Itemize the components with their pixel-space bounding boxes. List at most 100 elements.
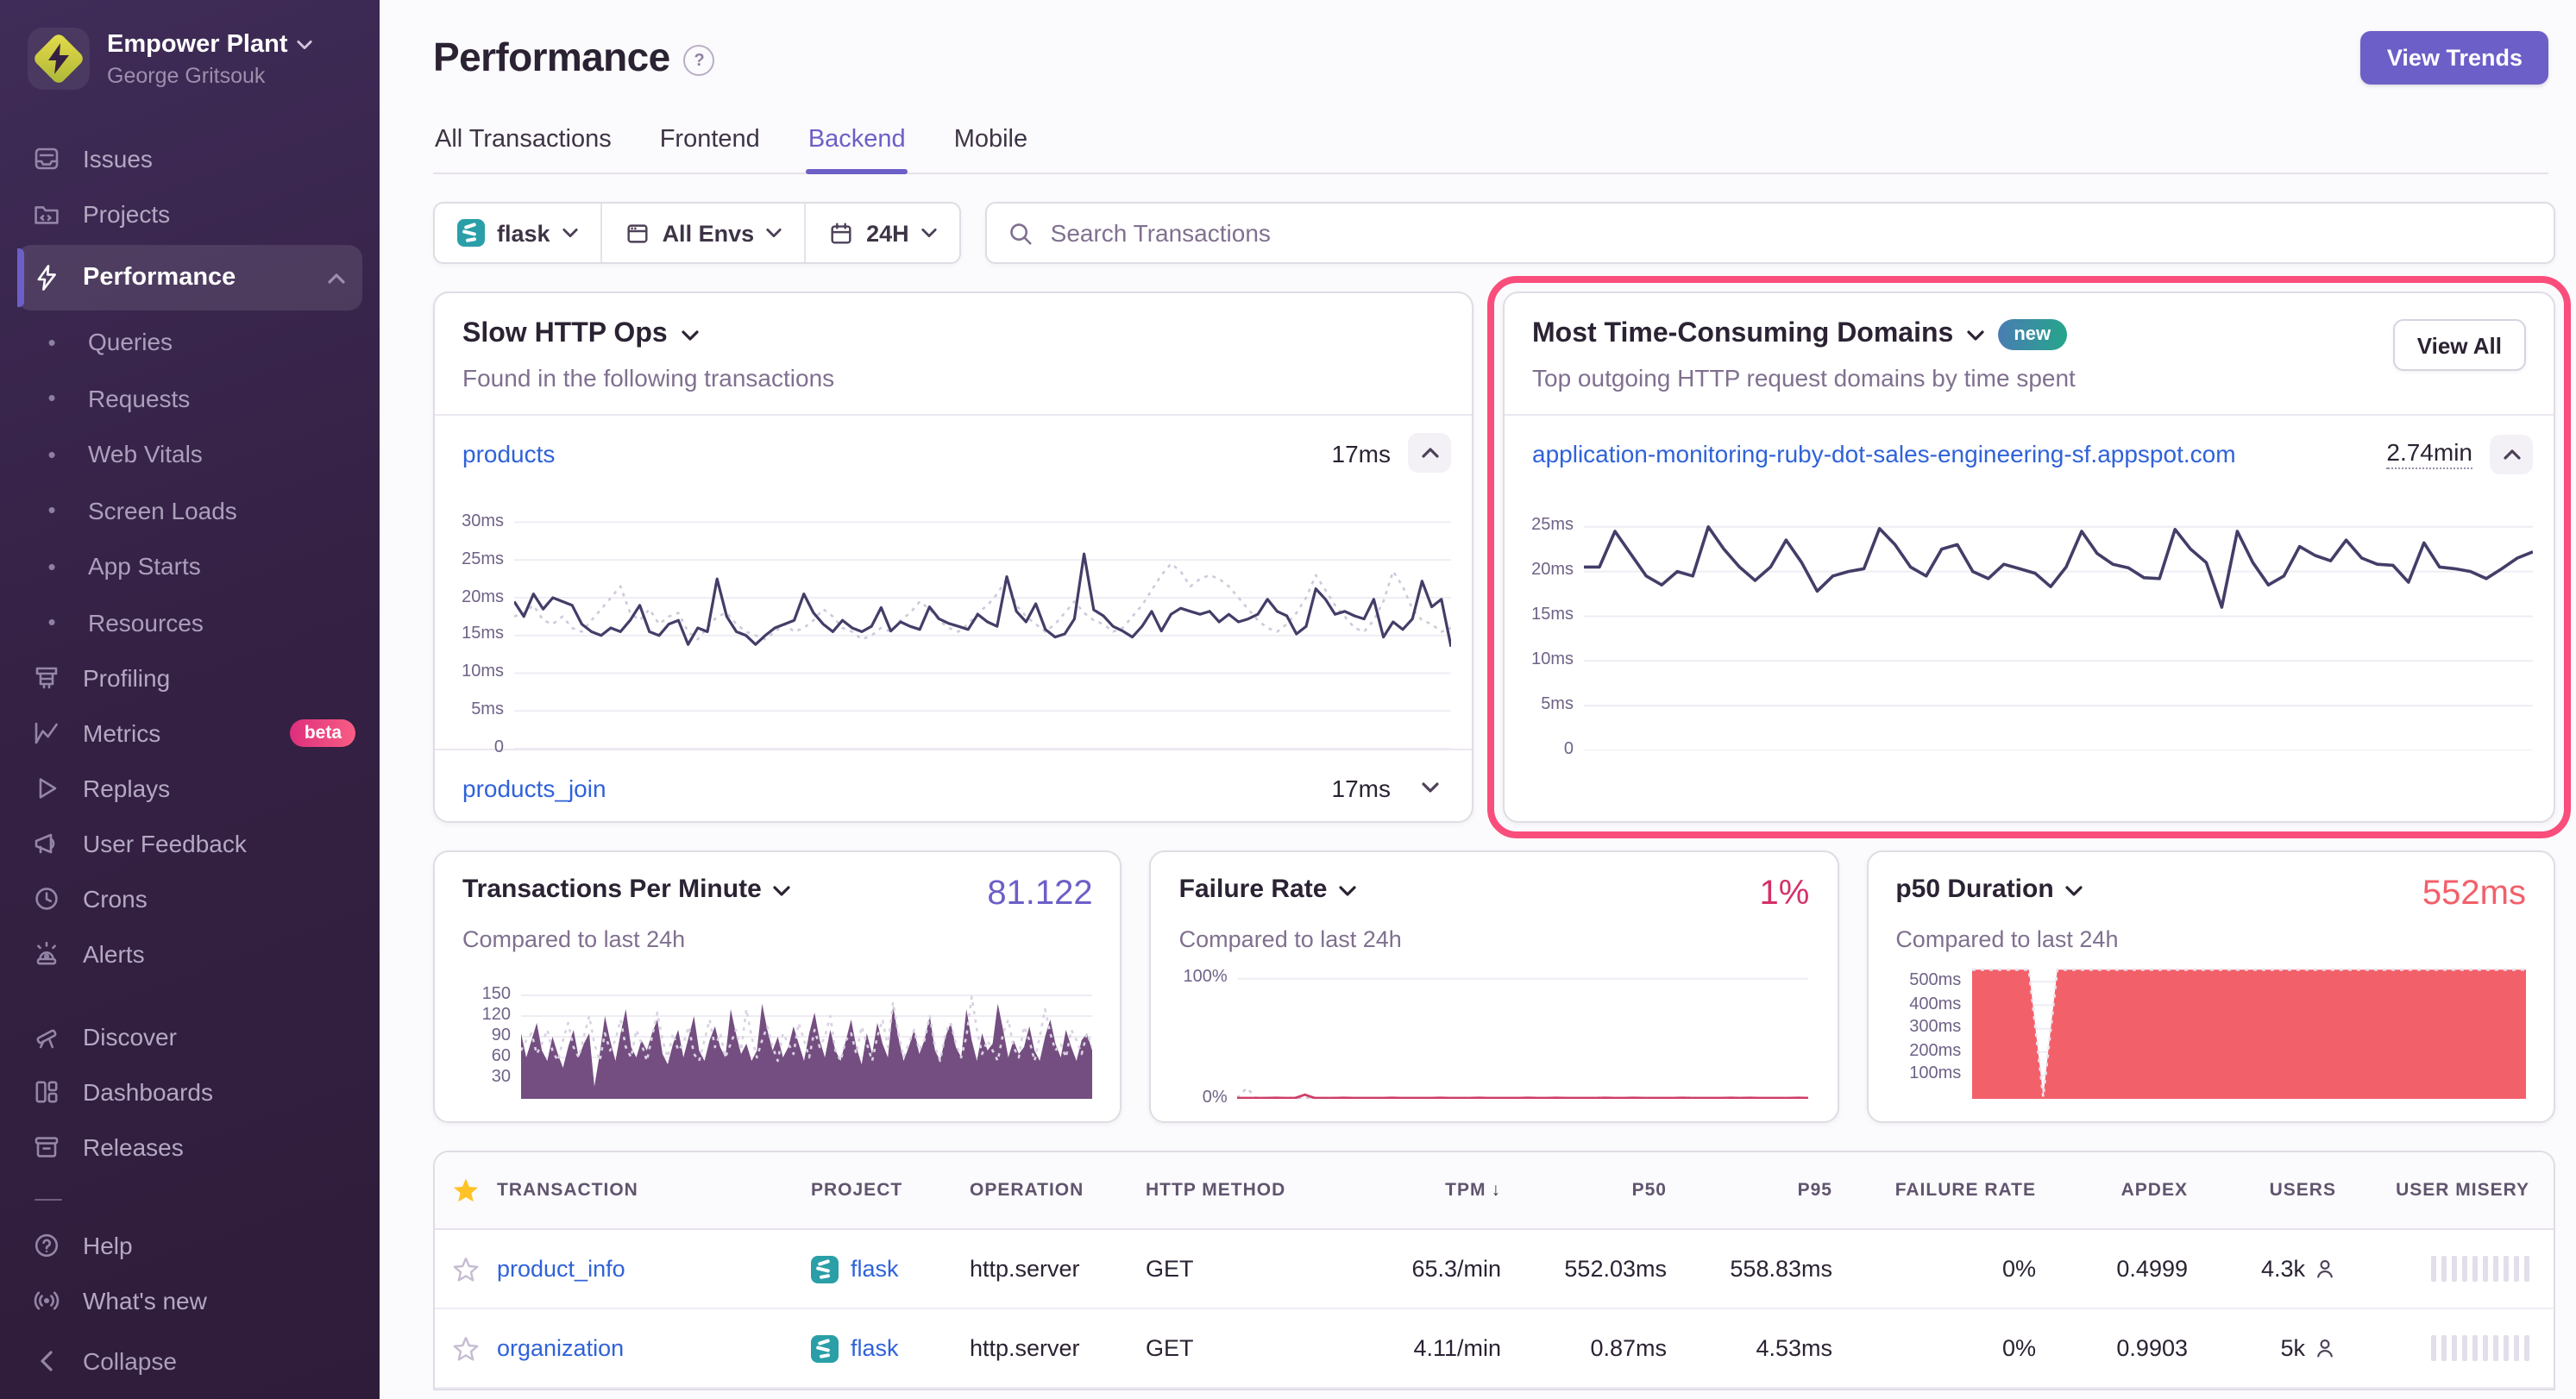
series-current-period xyxy=(514,554,1451,647)
products-link[interactable]: products xyxy=(462,439,555,467)
star-column-icon[interactable] xyxy=(452,1176,480,1204)
project-filter[interactable]: flask xyxy=(435,204,600,262)
col-operation[interactable]: OPERATION xyxy=(970,1180,1146,1201)
bullet-icon: • xyxy=(36,610,67,636)
tpm-card-value: 81.122 xyxy=(987,875,1092,914)
tab-mobile[interactable]: Mobile xyxy=(952,126,1029,173)
sidebar-collapse-button[interactable]: Collapse xyxy=(0,1339,380,1399)
project-filter-label: flask xyxy=(497,220,550,246)
col-http-method[interactable]: HTTP METHOD xyxy=(1146,1180,1339,1201)
chevron-down-icon xyxy=(297,40,312,50)
axis-tick-label: 0 xyxy=(1564,740,1574,759)
col-p95[interactable]: P95 xyxy=(1677,1180,1843,1201)
bullet-icon: • xyxy=(36,498,67,524)
table-body: product_info flask http.server GET 65.3/… xyxy=(435,1230,2554,1389)
widget-selector-chevron-icon[interactable] xyxy=(2066,875,2083,904)
failure-rate-cell: 0% xyxy=(1843,1335,2046,1361)
http-method-cell: GET xyxy=(1146,1256,1339,1282)
flask-project-icon xyxy=(811,1334,839,1362)
collapse-products-button[interactable] xyxy=(1408,433,1451,473)
date-range-filter[interactable]: 24H xyxy=(804,204,959,262)
sidebar-item-discover[interactable]: Discover xyxy=(0,1009,380,1064)
failure-rate-card-title: Failure Rate xyxy=(1179,875,1328,904)
sidebar-item-issues[interactable]: Issues xyxy=(0,131,380,186)
environment-filter[interactable]: All Envs xyxy=(600,204,805,262)
sidebar-item-resources[interactable]: • Resources xyxy=(0,594,380,650)
sidebar-item-crons[interactable]: Crons xyxy=(0,871,380,926)
chart-p50 xyxy=(1971,968,2525,1099)
sidebar-item-label: Releases xyxy=(83,1133,184,1161)
sidebar-item-user-feedback[interactable]: User Feedback xyxy=(0,816,380,871)
sidebar-item-releases[interactable]: Releases xyxy=(0,1120,380,1175)
sidebar-item-profiling[interactable]: Profiling xyxy=(0,650,380,706)
col-user-misery[interactable]: USER MISERY xyxy=(2347,1180,2554,1201)
flask-project-icon xyxy=(457,219,485,247)
sidebar-item-dashboards[interactable]: Dashboards xyxy=(0,1064,380,1120)
performance-tabs: All Transactions Frontend Backend Mobile xyxy=(433,126,2548,174)
sidebar-item-label: What's new xyxy=(83,1287,207,1314)
sidebar-item-label: Resources xyxy=(88,609,204,637)
col-tpm[interactable]: TPM↓ xyxy=(1339,1180,1511,1201)
sidebar-item-metrics[interactable]: Metricsbeta xyxy=(0,706,380,761)
sidebar-item-screen-loads[interactable]: •Screen Loads xyxy=(0,482,380,538)
domains-subtitle: Top outgoing HTTP request domains by tim… xyxy=(1532,364,2076,392)
col-transaction[interactable]: TRANSACTION xyxy=(497,1180,811,1201)
date-range-label: 24H xyxy=(866,220,909,246)
search-transactions-field[interactable] xyxy=(985,202,2555,264)
expand-products-join-button[interactable] xyxy=(1408,768,1451,807)
widget-selector-chevron-icon[interactable] xyxy=(774,875,791,904)
tab-all-transactions[interactable]: All Transactions xyxy=(433,126,613,173)
col-failure-rate[interactable]: FAILURE RATE xyxy=(1843,1180,2046,1201)
axis-tick-label: 20ms xyxy=(1531,561,1574,580)
sidebar-item-requests[interactable]: •Requests xyxy=(0,370,380,426)
star-toggle[interactable] xyxy=(435,1334,497,1362)
sidebar-item-alerts[interactable]: Alerts xyxy=(0,926,380,982)
chart-failure xyxy=(1238,964,1809,1099)
transaction-link[interactable]: organization xyxy=(497,1335,624,1361)
widget-selector-chevron-icon[interactable] xyxy=(682,329,699,342)
sidebar-item-help[interactable]: Help xyxy=(0,1218,380,1273)
project-link[interactable]: flask xyxy=(851,1256,899,1282)
sidebar-item-label: Metrics xyxy=(83,719,160,747)
search-input[interactable] xyxy=(1047,217,2533,248)
sidebar-item-web-vitals[interactable]: •Web Vitals xyxy=(0,426,380,482)
star-toggle[interactable] xyxy=(435,1255,497,1283)
sidebar-item-performance[interactable]: Performance xyxy=(17,245,362,311)
widget-selector-chevron-icon[interactable] xyxy=(1967,329,1984,342)
widget-selector-chevron-icon[interactable] xyxy=(1339,875,1356,904)
chevron-down-icon xyxy=(562,228,578,238)
org-name: Empower Plant xyxy=(107,30,288,60)
tab-frontend[interactable]: Frontend xyxy=(658,126,762,173)
metrics-icon xyxy=(31,719,62,747)
project-link[interactable]: flask xyxy=(851,1335,899,1361)
view-all-button[interactable]: View All xyxy=(2393,319,2526,371)
p50-card-value: 552ms xyxy=(2422,875,2526,914)
sidebar-item-queries[interactable]: •Queries xyxy=(0,314,380,370)
slow-http-ops-chart: 30ms25ms20ms15ms10ms5ms0 xyxy=(435,490,1472,749)
col-p50[interactable]: P50 xyxy=(1511,1180,1677,1201)
releases-icon xyxy=(31,1133,62,1161)
help-icon[interactable]: ? xyxy=(684,45,715,76)
col-project[interactable]: PROJECT xyxy=(811,1180,970,1201)
view-trends-button[interactable]: View Trends xyxy=(2361,31,2548,85)
domain-link[interactable]: application-monitoring-ruby-dot-sales-en… xyxy=(1532,440,2236,467)
sidebar-item-whats-new[interactable]: What's new xyxy=(0,1273,380,1328)
domain-time-spent[interactable]: 2.74min xyxy=(2386,438,2472,469)
sidebar-item-replays[interactable]: Replays xyxy=(0,761,380,816)
megaphone-icon xyxy=(31,830,62,857)
collapse-domain-button[interactable] xyxy=(2490,434,2533,474)
org-switcher[interactable]: Empower Plant George Gritsouk xyxy=(0,0,380,107)
col-apdex[interactable]: APDEX xyxy=(2046,1180,2198,1201)
tab-backend[interactable]: Backend xyxy=(807,126,908,173)
axis-tick-label: 300ms xyxy=(1909,1019,1961,1038)
sidebar-divider xyxy=(35,1199,62,1201)
sidebar-item-projects[interactable]: Projects xyxy=(0,186,380,242)
transaction-link[interactable]: product_info xyxy=(497,1256,625,1282)
broadcast-icon xyxy=(31,1287,62,1314)
failure-rate-card-value: 1% xyxy=(1760,875,1810,914)
transactions-per-minute-card: Transactions Per Minute 81.122 Compared … xyxy=(433,850,1122,1123)
col-users[interactable]: USERS xyxy=(2198,1180,2347,1201)
chart-domains xyxy=(1584,509,2533,750)
products-join-link[interactable]: products_join xyxy=(462,774,606,801)
sidebar-item-app-starts[interactable]: •App Starts xyxy=(0,538,380,594)
